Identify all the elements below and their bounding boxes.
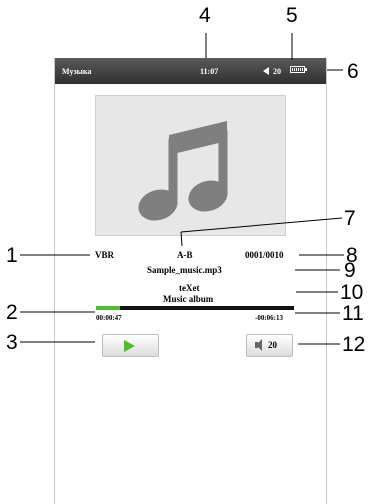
callout-leaders (20, 33, 344, 345)
callout-11: 11 (342, 302, 364, 325)
callout-4: 4 (199, 4, 211, 27)
callout-2: 2 (6, 301, 18, 324)
callout-9: 9 (344, 259, 356, 282)
callout-12: 12 (342, 333, 366, 356)
callout-6: 6 (347, 60, 359, 83)
callout-10: 10 (340, 281, 364, 304)
callout-1: 1 (6, 244, 18, 267)
callout-5: 5 (286, 4, 298, 27)
callout-7: 7 (344, 207, 356, 230)
callout-3: 3 (6, 331, 18, 354)
